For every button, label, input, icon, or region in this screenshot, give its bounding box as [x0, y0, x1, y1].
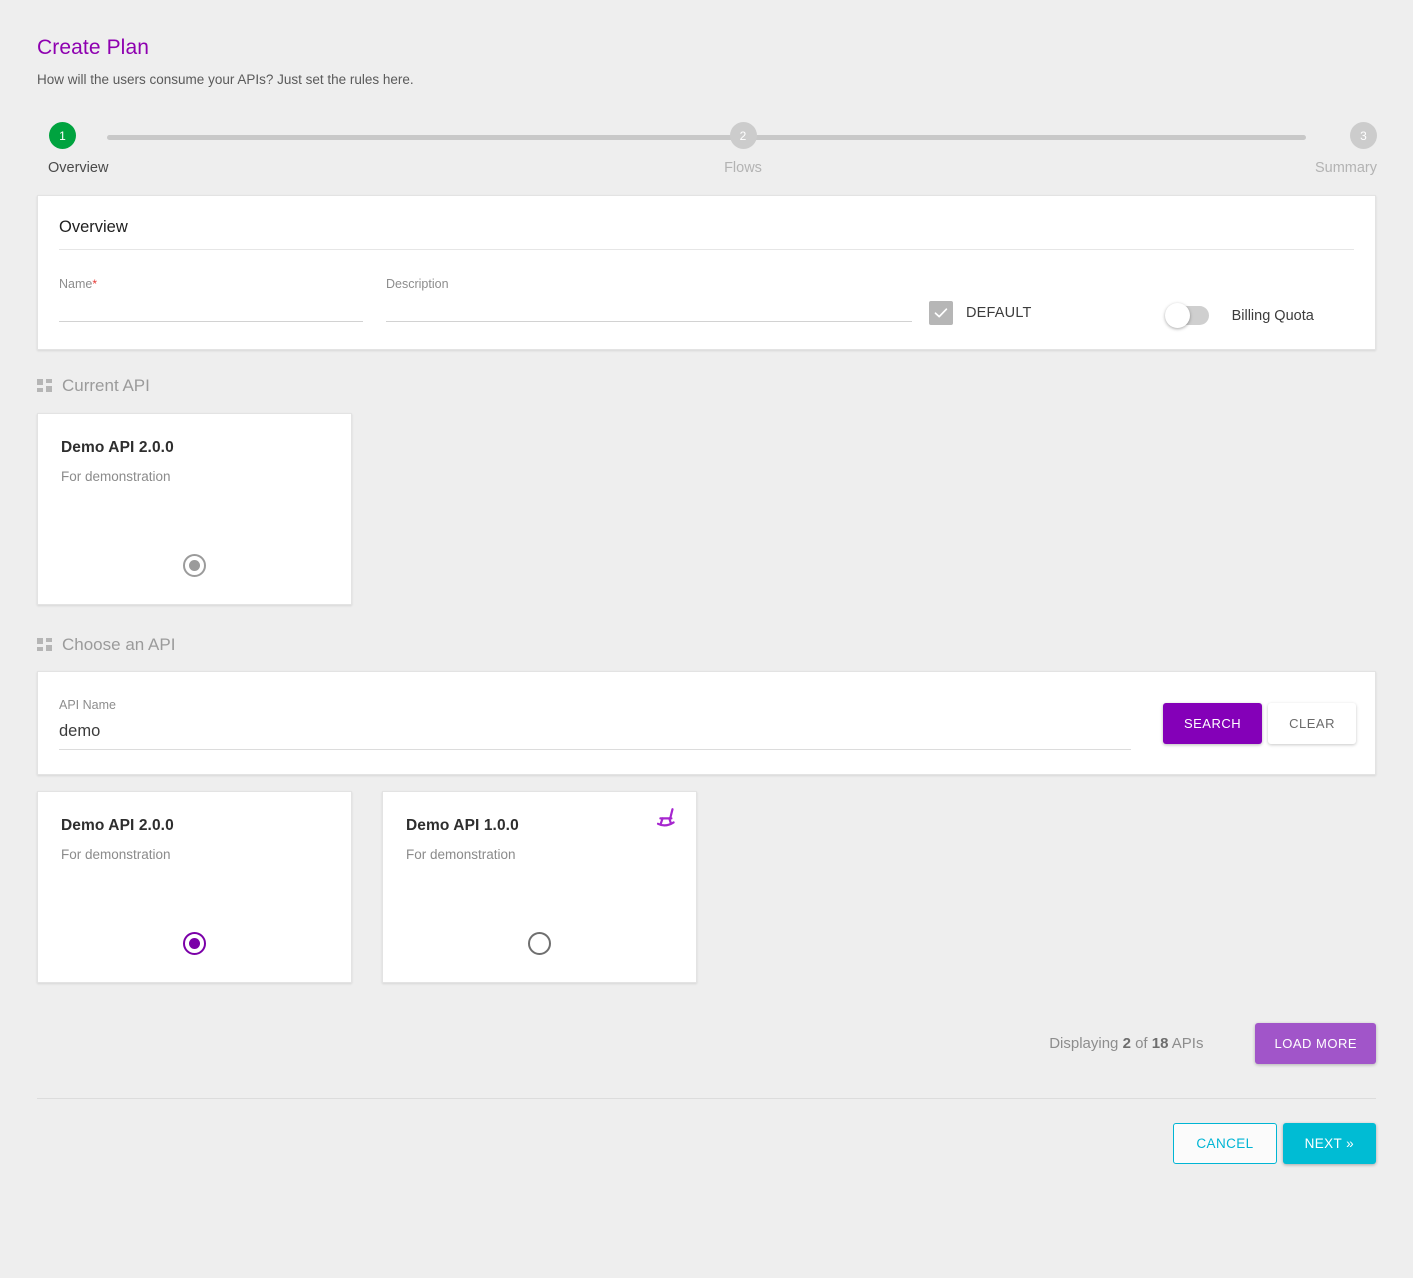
api-card-description: For demonstration [61, 847, 328, 862]
api-name-field[interactable]: API Name demo [59, 696, 1131, 750]
api-card-radio-selected-disabled [183, 554, 206, 577]
stepper-bullet-3: 3 [1350, 122, 1377, 149]
current-api-section-header: Current API [37, 376, 1376, 396]
current-api-card[interactable]: Demo API 2.0.0 For demonstration [37, 413, 352, 605]
stepper-bullet-1: 1 [49, 122, 76, 149]
plan-description-field[interactable]: Description [386, 276, 912, 322]
api-search-actions: SEARCH CLEAR [1163, 703, 1356, 744]
plan-name-underline [59, 321, 363, 322]
billing-quota-label: Billing Quota [1232, 308, 1314, 324]
plan-name-label: Name* [59, 276, 363, 292]
rocking-chair-icon [653, 806, 679, 837]
api-name-input[interactable]: demo [59, 722, 1131, 741]
billing-quota-toggle[interactable] [1167, 306, 1209, 325]
api-card-radio-wrap [38, 932, 351, 955]
displaying-suffix: APIs [1172, 1035, 1204, 1052]
current-api-section-title: Current API [62, 376, 150, 396]
displaying-prefix: Displaying [1049, 1035, 1118, 1052]
stepper-step-flows[interactable]: 2 Flows [683, 122, 803, 176]
api-name-underline [59, 749, 1131, 750]
displaying-count: Displaying 2 of 18 APIs [1049, 1035, 1203, 1052]
plan-description-label: Description [386, 276, 912, 292]
api-card-radio-wrap [383, 932, 696, 955]
api-card-radio-wrap [38, 554, 351, 577]
stepper-label-flows: Flows [683, 160, 803, 176]
stepper-step-summary[interactable]: 3 Summary [1259, 122, 1379, 176]
api-card-name: Demo API 1.0.0 [406, 817, 673, 835]
displaying-middle: of [1135, 1035, 1148, 1052]
default-label: DEFAULT [966, 305, 1032, 321]
api-result-card[interactable]: Demo API 1.0.0 For demonstration [382, 791, 697, 983]
api-results-list: Demo API 2.0.0 For demonstration Demo AP… [37, 791, 1376, 983]
api-search-card: API Name demo SEARCH CLEAR [37, 671, 1376, 775]
load-more-button[interactable]: LOAD MORE [1255, 1023, 1376, 1064]
plan-name-value [59, 292, 363, 312]
stepper-step-overview[interactable]: 1 Overview [47, 122, 167, 176]
default-checkbox-group[interactable]: DEFAULT [929, 301, 1032, 325]
plan-name-field[interactable]: Name* [59, 276, 363, 322]
displaying-shown: 2 [1123, 1035, 1131, 1052]
grid-icon [37, 379, 52, 394]
required-marker: * [92, 277, 97, 291]
default-checkbox[interactable] [929, 301, 953, 325]
search-button[interactable]: SEARCH [1163, 703, 1262, 744]
overview-card-title: Overview [59, 218, 1354, 250]
api-card-name: Demo API 2.0.0 [61, 817, 328, 835]
displaying-total: 18 [1152, 1035, 1169, 1052]
stepper-bullet-2: 2 [730, 122, 757, 149]
stepper-label-overview: Overview [47, 160, 167, 176]
billing-quota-group[interactable]: Billing Quota [1167, 306, 1314, 325]
api-name-label: API Name [59, 698, 116, 712]
stepper-label-summary: Summary [1259, 160, 1379, 176]
bottom-divider [37, 1098, 1376, 1099]
api-card-name: Demo API 2.0.0 [61, 439, 328, 457]
results-footer: Displaying 2 of 18 APIs LOAD MORE [37, 1023, 1376, 1064]
choose-api-section-title: Choose an API [62, 635, 175, 655]
plan-name-label-text: Name [59, 277, 92, 291]
page-subtitle: How will the users consume your APIs? Ju… [37, 71, 1376, 89]
cancel-button[interactable]: CANCEL [1173, 1123, 1276, 1164]
next-button[interactable]: NEXT » [1283, 1123, 1376, 1164]
bottom-action-bar: CANCEL NEXT » [37, 1123, 1376, 1164]
api-card-radio-unselected[interactable] [528, 932, 551, 955]
api-card-description: For demonstration [406, 847, 673, 862]
api-card-description: For demonstration [61, 469, 328, 484]
api-card-radio-selected[interactable] [183, 932, 206, 955]
page-title: Create Plan [37, 34, 1376, 62]
plan-description-underline [386, 321, 912, 322]
choose-api-section-header: Choose an API [37, 635, 1376, 655]
clear-button[interactable]: CLEAR [1268, 703, 1356, 744]
api-result-card[interactable]: Demo API 2.0.0 For demonstration [37, 791, 352, 983]
overview-card: Overview Name* Description [37, 195, 1376, 350]
grid-icon [37, 638, 52, 653]
create-plan-page: Create Plan How will the users consume y… [0, 0, 1413, 1278]
overview-form-row: Name* Description DEFAULT [59, 276, 1354, 322]
check-icon [933, 305, 949, 321]
current-api-card-list: Demo API 2.0.0 For demonstration [37, 413, 1376, 605]
toggle-knob [1165, 303, 1190, 328]
page-header: Create Plan How will the users consume y… [37, 0, 1376, 89]
wizard-stepper: 1 Overview 2 Flows 3 Summary [37, 122, 1376, 184]
plan-description-value [386, 292, 912, 312]
